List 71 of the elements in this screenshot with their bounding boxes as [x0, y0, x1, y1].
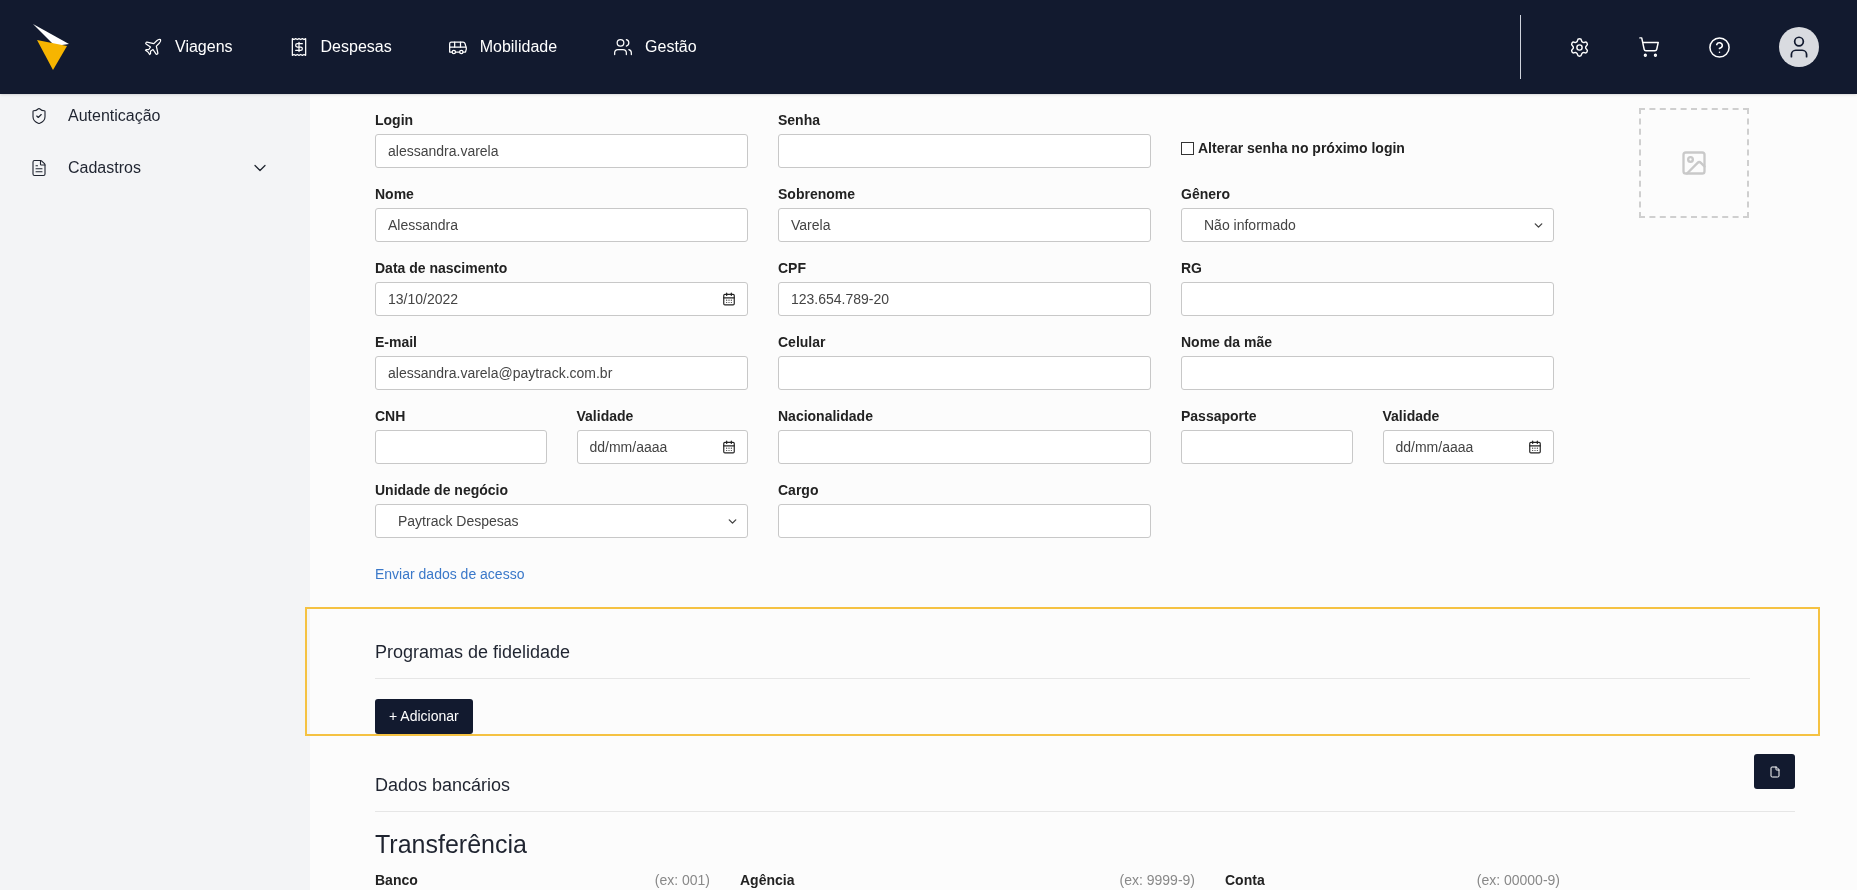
nav-link[interactable]: Despesas: [288, 35, 392, 59]
text-field[interactable]: Alessandra: [375, 208, 748, 242]
text-field[interactable]: alessandra.varela: [375, 134, 748, 168]
document-button[interactable]: [1754, 754, 1795, 789]
field-label: Gênero: [1181, 185, 1231, 202]
send-access-link[interactable]: Enviar dados de acesso: [375, 564, 525, 585]
calendar-icon: [1528, 440, 1542, 454]
checkbox[interactable]: [1181, 142, 1194, 155]
text-field[interactable]: [778, 134, 1151, 168]
subsection-title: Transferência: [375, 829, 528, 860]
text-field[interactable]: alessandra.varela@paytrack.com.br: [375, 356, 748, 390]
field-label: Senha: [778, 111, 821, 128]
photo-placeholder[interactable]: [1639, 108, 1749, 218]
document-icon: [30, 157, 48, 179]
field-hint: (ex: 001): [654, 870, 710, 890]
select-field[interactable]: Paytrack Despesas: [375, 504, 748, 538]
document-icon: [1768, 765, 1781, 778]
field-label: RG: [1181, 259, 1203, 276]
help-icon[interactable]: [1708, 35, 1731, 59]
nav-link[interactable]: Mobilidade: [447, 35, 558, 59]
text-field[interactable]: [778, 430, 1151, 464]
image-icon: [1680, 149, 1708, 177]
text-field[interactable]: [778, 356, 1151, 390]
text-field[interactable]: 123.654.789-20: [778, 282, 1151, 316]
field-label: CNH: [375, 407, 407, 424]
field-label: Nome: [375, 185, 415, 202]
text-field[interactable]: [375, 430, 547, 464]
text-field[interactable]: [1181, 282, 1554, 316]
plane-icon: [143, 37, 163, 57]
users-icon: [613, 37, 634, 57]
field-label: Data de nascimento: [375, 259, 509, 276]
field-hint: (ex: 9999-9): [1119, 870, 1195, 890]
date-field[interactable]: 13/10/2022: [375, 282, 748, 316]
shield-icon: [30, 105, 48, 127]
field-label: E-mail: [375, 333, 418, 350]
select-field[interactable]: Não informado: [1181, 208, 1554, 242]
field-label: Conta: [1225, 870, 1265, 890]
text-field[interactable]: [1181, 430, 1353, 464]
section-title: Programas de fidelidade: [375, 639, 1750, 679]
date-field[interactable]: dd/mm/aaaa: [576, 430, 748, 464]
calendar-icon: [722, 440, 736, 454]
field-label: Banco: [375, 870, 418, 890]
checkbox-label: Alterar senha no próximo login: [1198, 139, 1405, 158]
field-label: Agência: [740, 870, 795, 890]
field-label: Login: [375, 111, 415, 128]
text-field[interactable]: Varela: [778, 208, 1151, 242]
field-label: Unidade de negócio: [375, 481, 509, 498]
settings-icon[interactable]: [1569, 36, 1590, 58]
field-label: Nacionalidade: [778, 407, 874, 424]
nav-link[interactable]: Gestão: [613, 35, 697, 59]
avatar[interactable]: [1779, 27, 1819, 67]
field-hint: (ex: 00000-9): [1476, 870, 1560, 890]
nav-link[interactable]: Viagens: [143, 35, 233, 59]
field-label: Passaporte: [1181, 407, 1258, 424]
cart-icon[interactable]: [1638, 36, 1660, 58]
calendar-icon: [722, 292, 736, 306]
section-title: Dados bancários: [375, 774, 511, 797]
field-label: Celular: [778, 333, 827, 350]
field-label: CPF: [778, 259, 807, 276]
sidebar-item[interactable]: Cadastros: [30, 150, 270, 186]
field-label: Validade: [576, 407, 635, 424]
add-button[interactable]: + Adicionar: [375, 699, 473, 734]
sidebar-item[interactable]: Autenticação: [30, 98, 270, 134]
text-field[interactable]: [1181, 356, 1554, 390]
field-label: Sobrenome: [778, 185, 856, 202]
field-label: Validade: [1382, 407, 1441, 424]
field-label: Nome da mãe: [1181, 333, 1274, 350]
logo-icon: [33, 24, 69, 70]
field-label: Cargo: [778, 481, 820, 498]
date-field[interactable]: dd/mm/aaaa: [1382, 430, 1554, 464]
text-field[interactable]: [778, 504, 1151, 538]
